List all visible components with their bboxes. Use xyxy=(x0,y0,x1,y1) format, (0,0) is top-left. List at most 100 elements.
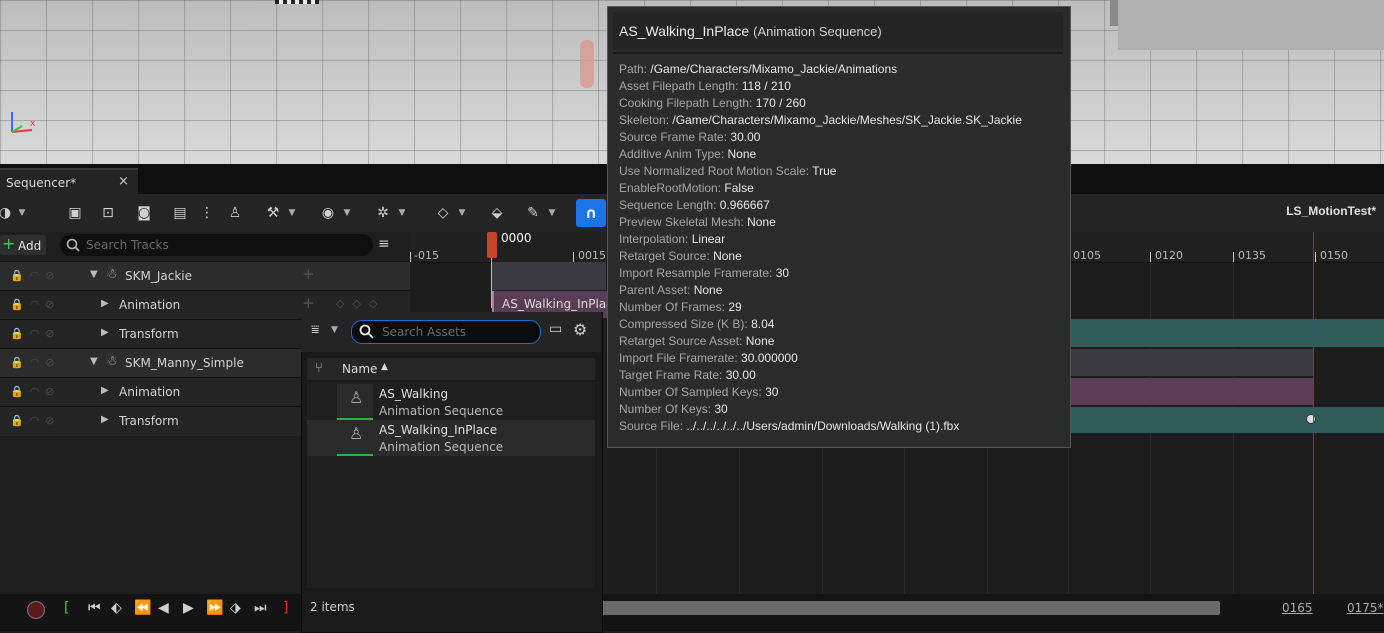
jump-start-icon[interactable]: ⏮ xyxy=(88,600,101,616)
expand-right-icon[interactable]: ▶ xyxy=(101,385,109,396)
find-asset-icon[interactable]: ⊡ xyxy=(97,203,119,223)
tooltip-key: Import File Framerate: xyxy=(619,351,738,365)
pen-icon[interactable]: ✎ xyxy=(522,203,544,223)
sort-asc-icon[interactable]: ▲ xyxy=(381,362,388,372)
ruler-tick xyxy=(573,252,574,262)
playback-options-icon[interactable]: ✲ xyxy=(372,203,394,223)
playhead-handle[interactable] xyxy=(487,232,497,258)
keyframe-marker[interactable] xyxy=(1306,414,1316,424)
expand-right-icon[interactable]: ▶ xyxy=(101,327,109,338)
view-end-frame[interactable]: 0165 xyxy=(1282,601,1313,615)
record-icon[interactable] xyxy=(27,601,45,619)
tooltip-value: ../../../../../../Users/admin/Downloads/… xyxy=(686,419,960,433)
tooltip-row: Path: /Game/Characters/Mixamo_Jackie/Ani… xyxy=(619,62,897,76)
search-tracks-placeholder: Search Tracks xyxy=(86,238,169,252)
tooltip-header: AS_Walking_InPlace (Animation Sequence) xyxy=(613,12,1063,50)
tooltip-title: AS_Walking_InPlace (Animation Sequence) xyxy=(619,23,882,39)
wrench-icon[interactable]: ⚒ xyxy=(262,203,284,223)
filter-icon[interactable]: ≡ xyxy=(378,236,390,252)
add-track-button[interactable]: + Add xyxy=(0,235,46,255)
tooltip-value: 29 xyxy=(728,300,742,314)
world-icon[interactable]: ◑ xyxy=(0,203,16,223)
search-tracks-input[interactable]: Search Tracks xyxy=(60,234,373,256)
transform-section[interactable] xyxy=(1070,407,1384,433)
tooltip-key: Compressed Size (K B): xyxy=(619,317,748,331)
prev-key-icon[interactable]: ⬖ xyxy=(111,600,122,616)
source-control-icon[interactable]: ⑂ xyxy=(315,361,323,376)
column-name[interactable]: Name xyxy=(342,362,377,376)
expand-right-icon[interactable]: ▶ xyxy=(101,298,109,309)
play-icon[interactable]: ▶ xyxy=(183,600,194,616)
play-reverse-icon[interactable]: ◀ xyxy=(158,600,169,616)
save-icon[interactable]: ▣ xyxy=(64,203,86,223)
expand-down-icon[interactable]: ▼ xyxy=(90,356,98,367)
key-diamond-icon[interactable]: ◇ xyxy=(432,203,454,223)
lock-mute-solo-icons[interactable]: 🔒◠⊘ xyxy=(10,385,61,398)
eye-icon[interactable]: ◉ xyxy=(317,203,339,223)
set-end-icon[interactable]: ] xyxy=(283,600,288,616)
add-subtrack-icon[interactable]: + xyxy=(302,265,315,283)
tooltip-key: Source Frame Rate: xyxy=(619,130,728,144)
lock-mute-solo-icons[interactable]: 🔒◠⊘ xyxy=(10,356,61,369)
chevron-down-icon[interactable]: ▼ xyxy=(457,203,467,223)
working-end-frame[interactable]: 0175* xyxy=(1347,601,1384,615)
tooltip-key: Retarget Source: xyxy=(619,249,710,263)
actions-icon[interactable]: ♙ xyxy=(224,203,246,223)
lock-mute-solo-icons[interactable]: 🔒◠⊘ xyxy=(10,269,61,282)
chevron-down-icon[interactable]: ▼ xyxy=(331,325,338,335)
expand-right-icon[interactable]: ▶ xyxy=(101,414,109,425)
tooltip-row: Number Of Keys: 30 xyxy=(619,402,728,416)
tab-sequencer[interactable]: Sequencer* × xyxy=(0,168,138,196)
tooltip-value: 30.00 xyxy=(730,130,761,144)
tooltip-asset-kind: (Animation Sequence) xyxy=(753,24,882,39)
object-binding-bar[interactable] xyxy=(1070,349,1314,376)
chevron-down-icon[interactable]: ▼ xyxy=(342,203,352,223)
animation-section[interactable] xyxy=(1070,378,1314,405)
auto-key-icon[interactable]: ⬙ xyxy=(486,203,508,223)
clapperboard-icon[interactable]: ▤ xyxy=(169,203,191,223)
chevron-down-icon[interactable]: ▼ xyxy=(17,203,27,223)
add-subtrack-icon[interactable]: + xyxy=(302,294,315,312)
chevron-down-icon[interactable]: ▼ xyxy=(397,203,407,223)
track-row-skm-jackie[interactable]: 🔒◠⊘ ▼ ☃ SKM_Jackie + xyxy=(0,261,410,291)
folder-icon[interactable]: ▭ xyxy=(549,321,562,337)
more-vertical-icon[interactable]: ⋮ xyxy=(196,203,218,223)
character-figure xyxy=(580,40,594,88)
key-nav-icons[interactable]: ◇◇◇ xyxy=(336,297,385,310)
jump-end-icon[interactable]: ⏭ xyxy=(254,600,267,616)
tooltip-row: Use Normalized Root Motion Scale: True xyxy=(619,164,836,178)
expand-down-icon[interactable]: ▼ xyxy=(90,269,98,280)
tooltip-value: 8.04 xyxy=(751,317,775,331)
search-assets-field[interactable] xyxy=(351,320,541,344)
lock-mute-solo-icons[interactable]: 🔒◠⊘ xyxy=(10,327,61,340)
timeline-scrollbar[interactable] xyxy=(600,601,1220,615)
tooltip-value: 118 / 210 xyxy=(741,79,791,93)
chevron-down-icon[interactable]: ▼ xyxy=(287,203,297,223)
viewport-wall-block xyxy=(1118,0,1384,50)
search-assets-input[interactable] xyxy=(380,323,534,341)
playback-end-marker[interactable] xyxy=(1313,232,1314,594)
object-binding-bar[interactable] xyxy=(492,262,606,290)
lock-mute-solo-icons[interactable]: 🔒◠⊘ xyxy=(10,414,61,427)
tooltip-value: None xyxy=(727,147,757,161)
track-label: Animation xyxy=(119,385,181,399)
set-start-icon[interactable]: [ xyxy=(64,600,69,616)
step-forward-icon[interactable]: ⏩ xyxy=(206,600,223,616)
chevron-down-icon[interactable]: ▼ xyxy=(547,203,557,223)
tooltip-key: Cooking Filepath Length: xyxy=(619,96,753,110)
filter-icon[interactable]: ⩸ xyxy=(311,322,320,338)
gear-icon[interactable]: ⚙ xyxy=(573,320,587,339)
ruler-tick xyxy=(1233,252,1234,262)
camera-icon[interactable]: ◙ xyxy=(133,203,155,223)
transform-section[interactable] xyxy=(1070,319,1384,347)
tooltip-key: Additive Anim Type: xyxy=(619,147,725,161)
tooltip-row: Source Frame Rate: 30.00 xyxy=(619,130,760,144)
magnet-icon[interactable]: ∩ xyxy=(576,199,606,227)
next-key-icon[interactable]: ⬗ xyxy=(230,600,241,616)
tooltip-row: Interpolation: Linear xyxy=(619,232,725,246)
close-icon[interactable]: × xyxy=(118,174,129,189)
step-back-icon[interactable]: ⏪ xyxy=(134,600,151,616)
tooltip-divider xyxy=(613,52,1063,54)
tooltip-row: Retarget Source: None xyxy=(619,249,742,263)
lock-mute-solo-icons[interactable]: 🔒◠⊘ xyxy=(10,298,61,311)
